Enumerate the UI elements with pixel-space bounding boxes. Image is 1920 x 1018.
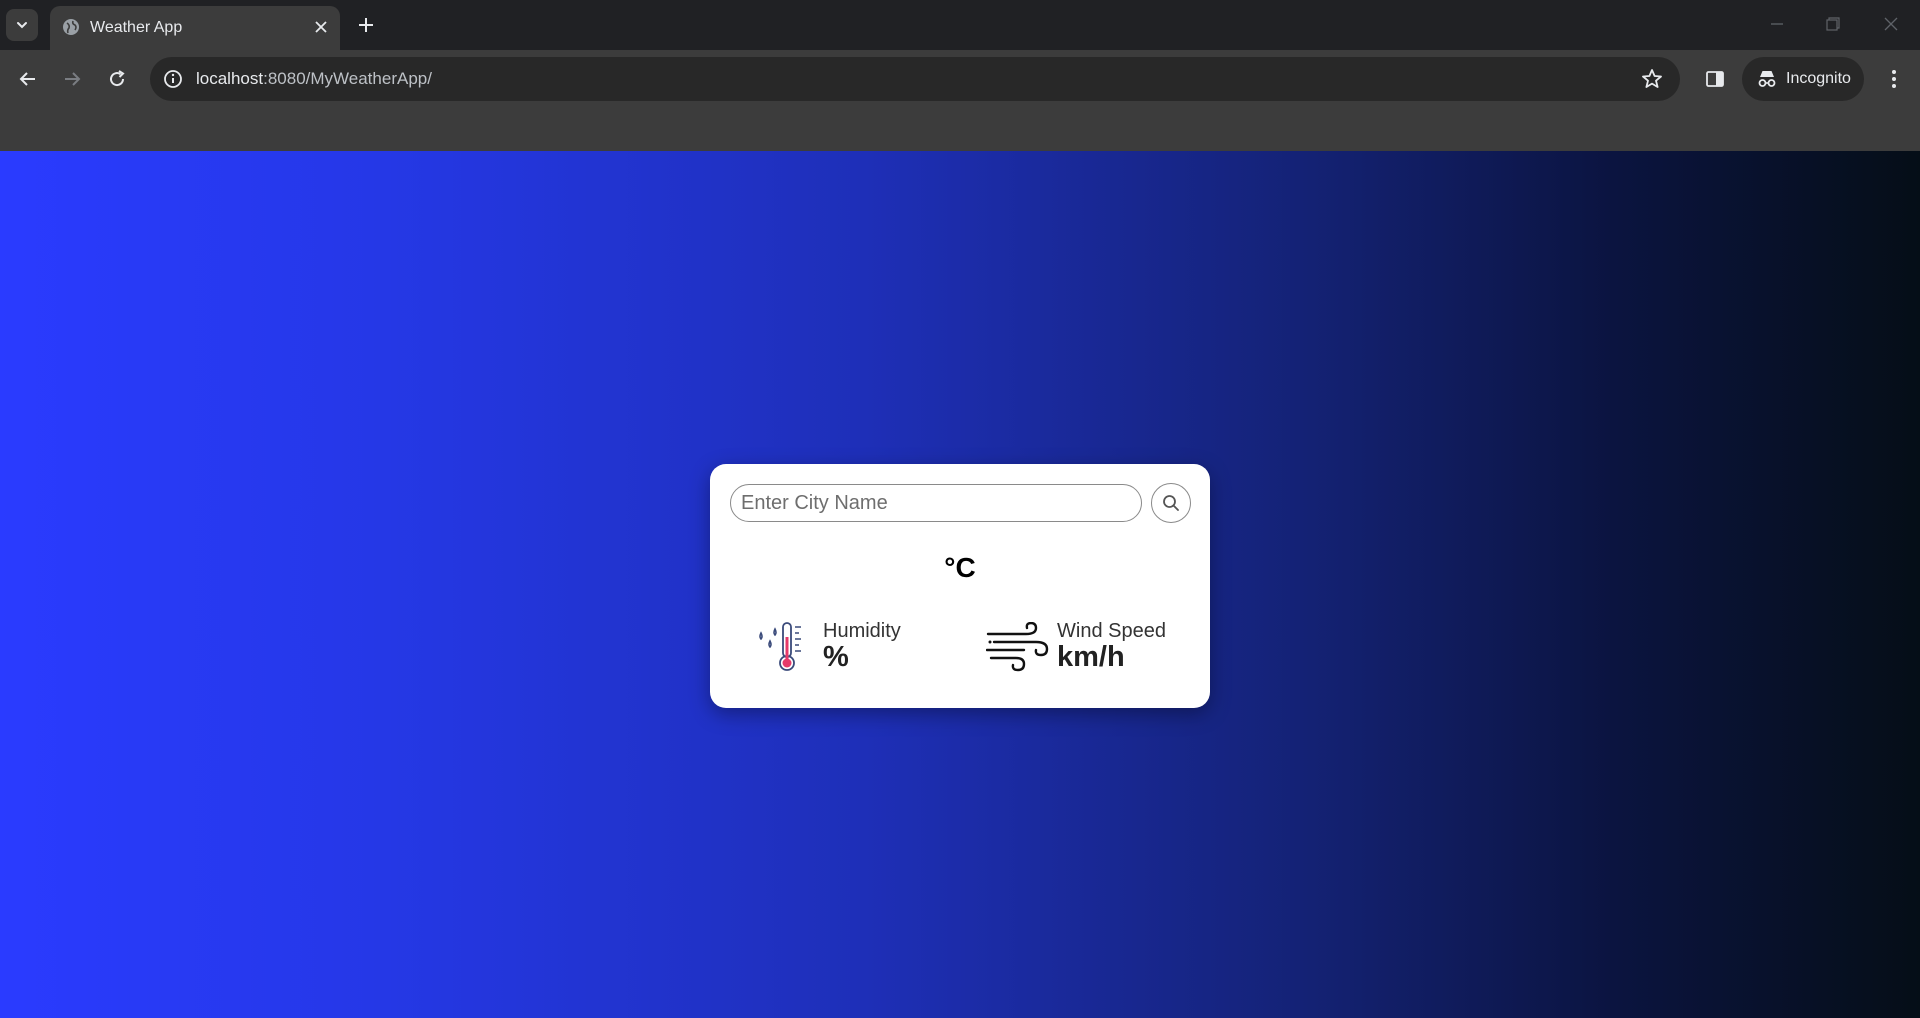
city-search-input[interactable] (730, 484, 1142, 522)
minimize-button[interactable] (1760, 9, 1794, 39)
url-text: localhost:8080/MyWeatherApp/ (196, 69, 432, 89)
tab-close-button[interactable] (310, 16, 332, 38)
kebab-menu-icon (1892, 70, 1896, 88)
restore-button[interactable] (1816, 9, 1850, 39)
chevron-down-icon (17, 22, 27, 29)
globe-icon (63, 19, 79, 35)
humidity-thermometer-icon (759, 622, 801, 671)
address-bar[interactable]: localhost:8080/MyWeatherApp/ (150, 57, 1680, 101)
plus-icon (359, 18, 373, 32)
side-panel-button[interactable] (1699, 63, 1731, 95)
reload-button[interactable] (101, 63, 133, 95)
close-icon (315, 21, 327, 33)
browser-toolbar: localhost:8080/MyWeatherApp/ Incognito (0, 50, 1920, 108)
wind-speed-value: km/h (1057, 641, 1125, 673)
star-icon[interactable] (1640, 67, 1664, 91)
browser-menu-button[interactable] (1878, 63, 1910, 95)
page-viewport: °C Humidity % Wind Speed km/h (0, 151, 1920, 1018)
url-path: :8080/MyWeatherApp/ (263, 69, 432, 88)
side-panel-icon (1706, 71, 1724, 87)
info-icon[interactable] (162, 68, 184, 90)
browser-tabstrip: Weather App (0, 0, 1920, 50)
bookmarks-bar (0, 108, 1920, 152)
incognito-label: Incognito (1786, 70, 1851, 87)
browser-tab[interactable]: Weather App (50, 6, 340, 50)
arrow-right-icon (65, 72, 81, 86)
reload-icon (110, 70, 125, 87)
tab-title: Weather App (90, 19, 183, 36)
humidity-label: Humidity (823, 620, 901, 642)
weather-card: °C Humidity % Wind Speed km/h (710, 464, 1210, 708)
search-icon (1163, 495, 1179, 511)
search-button[interactable] (1151, 483, 1191, 523)
close-window-button[interactable] (1874, 9, 1908, 39)
tab-search-button[interactable] (6, 9, 38, 41)
incognito-icon (1758, 71, 1776, 87)
wind-icon (986, 622, 1049, 672)
close-icon (1884, 17, 1898, 31)
incognito-badge[interactable]: Incognito (1742, 57, 1864, 101)
minimize-icon (1771, 23, 1783, 25)
forward-button[interactable] (56, 63, 88, 95)
temperature-display: °C (944, 552, 976, 583)
humidity-value: % (823, 641, 849, 673)
wind-speed-label: Wind Speed (1057, 620, 1166, 642)
new-tab-button[interactable] (352, 11, 380, 39)
url-host: localhost (196, 69, 264, 88)
restore-icon (1826, 17, 1840, 31)
arrow-left-icon (19, 72, 35, 86)
back-button[interactable] (12, 63, 44, 95)
